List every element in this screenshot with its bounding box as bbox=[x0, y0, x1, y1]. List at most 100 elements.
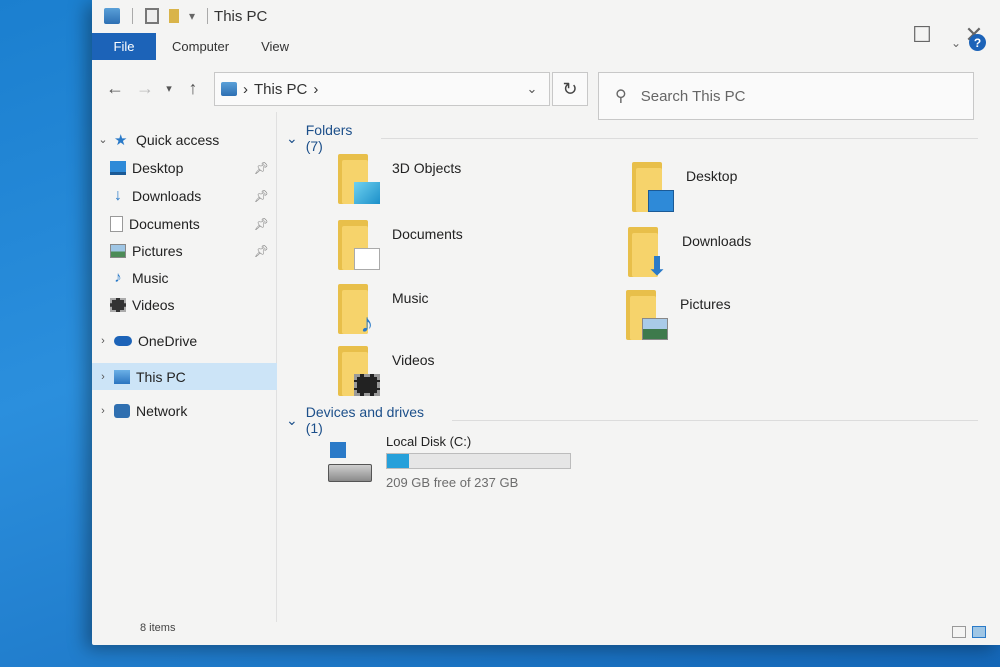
address-dropdown-icon[interactable]: ⌄ bbox=[515, 81, 549, 97]
expand-ribbon-icon[interactable]: ⌄ bbox=[951, 36, 961, 50]
drive-usage-bar bbox=[386, 453, 571, 469]
folder-pictures[interactable]: Pictures bbox=[626, 290, 731, 340]
folder-downloads[interactable]: ⬇ Downloads bbox=[628, 227, 751, 281]
video-film-icon bbox=[110, 297, 126, 312]
sidebar-item-desktop[interactable]: Desktop 📌︎ bbox=[92, 154, 277, 181]
address-bar[interactable]: › This PC › ⌄ bbox=[214, 72, 550, 106]
tab-computer[interactable]: Computer bbox=[156, 33, 245, 60]
computer-icon bbox=[114, 369, 130, 384]
breadcrumb-chevron-icon[interactable]: › bbox=[313, 81, 318, 98]
pin-icon: 📌︎ bbox=[253, 188, 269, 203]
folder-icon bbox=[338, 154, 380, 204]
refresh-icon: ↻ bbox=[562, 78, 578, 99]
sidebar-item-onedrive[interactable]: › OneDrive bbox=[92, 327, 277, 354]
content-pane: ⌄ Folders (7) 3D Objects Desktop Documen… bbox=[278, 112, 978, 622]
group-title: Folders (7) bbox=[305, 122, 353, 154]
drive-local-disk-c[interactable]: Local Disk (C:) 209 GB free of 237 GB bbox=[328, 434, 571, 490]
sidebar-item-label: Music bbox=[132, 269, 169, 286]
search-input[interactable] bbox=[640, 87, 901, 105]
drive-name: Local Disk (C:) bbox=[386, 434, 472, 449]
sidebar-item-downloads[interactable]: ↓ Downloads 📌︎ bbox=[92, 182, 277, 209]
expand-chevron-icon[interactable]: › bbox=[92, 371, 114, 383]
hard-drive-icon bbox=[328, 442, 374, 488]
sidebar-item-quick-access[interactable]: ⌄ ★ Quick access bbox=[92, 126, 277, 153]
folder-3d-objects[interactable]: 3D Objects bbox=[338, 154, 461, 204]
large-icons-view-icon[interactable] bbox=[972, 626, 986, 638]
document-icon bbox=[354, 248, 380, 270]
title-bar: ▾ This PC bbox=[92, 0, 1000, 32]
status-item-count: 8 items bbox=[140, 622, 176, 634]
pin-icon: 📌︎ bbox=[253, 243, 269, 258]
sidebar-item-label: Desktop bbox=[132, 159, 184, 176]
sidebar-item-this-pc[interactable]: › This PC bbox=[92, 363, 277, 390]
folder-icon bbox=[338, 346, 380, 396]
desktop-icon bbox=[648, 190, 674, 212]
search-icon: ⚲ bbox=[615, 88, 627, 105]
breadcrumb-chevron-icon[interactable]: › bbox=[243, 81, 248, 98]
up-arrow-icon[interactable]: ↑ bbox=[178, 78, 208, 99]
sidebar-item-label: Videos bbox=[132, 296, 175, 313]
sidebar-item-label: OneDrive bbox=[138, 332, 198, 349]
new-folder-icon[interactable] bbox=[169, 9, 179, 23]
folder-icon bbox=[338, 220, 380, 270]
folders-group-header[interactable]: ⌄ Folders (7) bbox=[286, 122, 978, 154]
folder-videos[interactable]: Videos bbox=[338, 346, 435, 396]
sidebar-item-network[interactable]: › Network bbox=[92, 397, 277, 424]
pin-icon: 📌︎ bbox=[253, 160, 269, 175]
drives-group-header[interactable]: ⌄ Devices and drives (1) bbox=[286, 404, 978, 436]
desktop-icon bbox=[110, 160, 126, 175]
sidebar-item-pictures[interactable]: Pictures 📌︎ bbox=[92, 237, 277, 264]
pictures-icon bbox=[642, 318, 668, 340]
file-explorer-window: ▾ This PC ☐ ✕ File Computer View ⌄ ? ← →… bbox=[92, 0, 1000, 645]
breadcrumb-this-pc[interactable]: This PC bbox=[254, 81, 307, 98]
view-buttons bbox=[952, 626, 986, 638]
expand-chevron-icon[interactable]: › bbox=[92, 335, 114, 347]
sidebar-item-documents[interactable]: Documents 📌︎ bbox=[92, 210, 277, 237]
quick-access-toolbar: ▾ bbox=[92, 8, 210, 24]
divider bbox=[381, 137, 978, 139]
help-icon[interactable]: ? bbox=[969, 34, 986, 51]
folder-music[interactable]: ♪ Music bbox=[338, 284, 429, 336]
download-arrow-icon: ⬇ bbox=[646, 251, 668, 281]
this-pc-icon bbox=[221, 82, 237, 96]
sidebar-item-label: This PC bbox=[136, 368, 186, 385]
back-arrow-icon[interactable]: ← bbox=[100, 78, 130, 99]
folder-documents[interactable]: Documents bbox=[338, 220, 463, 270]
divider bbox=[451, 419, 978, 421]
sidebar-item-label: Pictures bbox=[132, 242, 183, 259]
customize-toolbar-icon[interactable]: ▾ bbox=[189, 9, 195, 23]
video-film-icon bbox=[354, 374, 380, 396]
sidebar-item-music[interactable]: ♪ Music bbox=[92, 264, 277, 291]
forward-arrow-icon[interactable]: → bbox=[130, 78, 160, 99]
collapse-chevron-icon[interactable]: ⌄ bbox=[92, 133, 114, 146]
star-icon: ★ bbox=[114, 131, 128, 149]
folder-desktop[interactable]: Desktop bbox=[632, 162, 737, 212]
properties-icon[interactable] bbox=[145, 8, 159, 24]
separator bbox=[207, 8, 209, 24]
refresh-button[interactable]: ↻ bbox=[552, 72, 588, 106]
sidebar-item-label: Documents bbox=[129, 215, 200, 232]
folder-label: Music bbox=[392, 290, 429, 306]
sidebar-item-videos[interactable]: Videos bbox=[92, 291, 277, 318]
tab-file[interactable]: File bbox=[92, 33, 156, 60]
folder-label: Pictures bbox=[680, 296, 731, 312]
folder-icon bbox=[626, 290, 668, 340]
cube-icon bbox=[354, 182, 380, 204]
navigation-pane: ⌄ ★ Quick access Desktop 📌︎ ↓ Downloads … bbox=[92, 112, 277, 622]
window-title: This PC bbox=[214, 7, 268, 25]
collapse-chevron-icon[interactable]: ⌄ bbox=[286, 130, 298, 147]
expand-chevron-icon[interactable]: › bbox=[92, 405, 114, 417]
collapse-chevron-icon[interactable]: ⌄ bbox=[286, 412, 298, 429]
cloud-icon bbox=[114, 335, 132, 346]
group-title: Devices and drives (1) bbox=[305, 404, 425, 436]
folder-icon bbox=[632, 162, 674, 212]
separator bbox=[132, 8, 133, 24]
details-view-icon[interactable] bbox=[952, 626, 966, 638]
ribbon-tabs: File Computer View bbox=[92, 33, 1000, 60]
recent-locations-chevron-icon[interactable]: ▾ bbox=[160, 82, 178, 95]
drive-free-space: 209 GB free of 237 GB bbox=[386, 475, 519, 490]
folder-label: Videos bbox=[392, 352, 435, 368]
tab-view[interactable]: View bbox=[245, 33, 305, 60]
folder-label: Documents bbox=[392, 226, 463, 242]
sidebar-item-label: Network bbox=[136, 402, 188, 419]
